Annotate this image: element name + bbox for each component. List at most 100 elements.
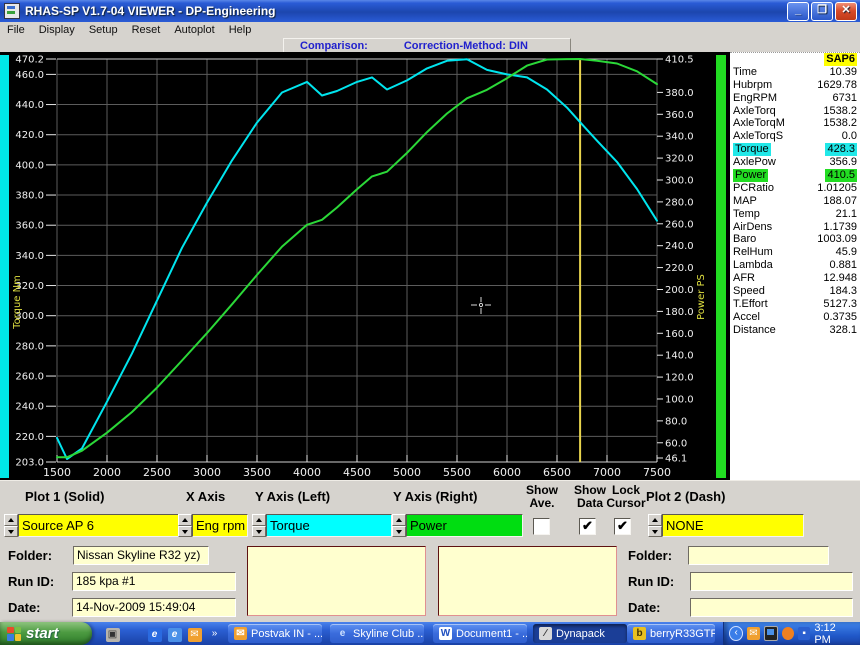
data-row-power: Power410.5 [730,169,860,182]
svg-text:5000: 5000 [393,466,421,479]
show-desktop-icon[interactable]: ▣ [104,625,121,642]
menu-reset[interactable]: Reset [125,24,168,36]
spinner-down-icon[interactable] [4,526,18,538]
runid-label: Run ID: [8,574,54,589]
svg-text:180.0: 180.0 [665,307,694,318]
close-button[interactable]: ✕ [835,2,857,21]
data-row-teffort: T.Effort5127.3 [730,298,860,311]
svg-text:410.5: 410.5 [665,55,694,66]
internet-quicklaunch-icon[interactable]: e [166,625,183,642]
svg-text:260.0: 260.0 [15,372,44,383]
svg-text:400.0: 400.0 [15,160,44,171]
menu-display[interactable]: Display [32,24,82,36]
menu-autoplot[interactable]: Autoplot [167,24,221,36]
dyno-chart[interactable]: 470.2460.0440.0420.0400.0380.0360.0340.0… [0,52,730,480]
comment-box-2[interactable] [438,546,617,616]
svg-text:280.0: 280.0 [665,197,694,208]
runid2-field[interactable] [690,572,853,591]
spinner-up-icon[interactable] [178,514,192,526]
spinner-down-icon[interactable] [178,526,192,538]
svg-text:460.0: 460.0 [15,70,44,81]
data-row-map: MAP188.07 [730,195,860,208]
tray-clock-icon[interactable] [782,627,794,640]
plot2-value[interactable]: NONE [662,514,804,537]
comment-box-1[interactable] [247,546,426,616]
taskbar-button-1[interactable]: e Skyline Club ... [330,624,424,643]
plot1-value[interactable]: Source AP 6 [18,514,199,537]
mail-quicklaunch-icon[interactable]: ✉ [186,625,203,642]
spinner-up-icon[interactable] [4,514,18,526]
svg-text:100.0: 100.0 [665,394,694,405]
app-icon [4,3,20,19]
browser-quicklaunch-icon[interactable]: e [146,625,163,642]
menu-bar: FileDisplaySetupResetAutoplotHelp [0,22,860,39]
hide-tray-chevron-icon[interactable]: ‹ [729,626,743,641]
tray-display-icon[interactable] [764,626,778,641]
menu-setup[interactable]: Setup [82,24,125,36]
svg-text:46.1: 46.1 [665,454,687,465]
svg-text:203.0: 203.0 [15,458,44,469]
svg-text:360.0: 360.0 [15,221,44,232]
spinner-down-icon[interactable] [648,526,662,538]
svg-text:80.0: 80.0 [665,416,687,427]
spinner-down-icon[interactable] [252,526,266,538]
spinner-up-icon[interactable] [648,514,662,526]
dyno-chart-icon: ∕ [539,627,552,640]
taskbar-button-3[interactable]: ∕ Dynapack [533,624,627,643]
date2-field[interactable] [690,598,853,617]
windows-flag-icon [7,627,21,641]
svg-text:240.0: 240.0 [665,241,694,252]
right-axis-color-strip [716,55,726,478]
svg-text:260.0: 260.0 [665,219,694,230]
svg-text:1500: 1500 [43,466,71,479]
data-row-hubrpm: Hubrpm1629.78 [730,79,860,92]
quicklaunch-overflow-chevron-icon[interactable]: » [206,625,223,642]
yaxis-right-selector[interactable]: Power [392,514,523,537]
yaxis-left-selector[interactable]: Torque [252,514,392,537]
controls-section: Plot 1 (Solid) X Axis Y Axis (Left) Y Ax… [0,480,860,623]
svg-text:7500: 7500 [643,466,671,479]
show-ave-checkbox[interactable] [533,518,550,535]
spinner-up-icon[interactable] [392,514,406,526]
data-row-distance: Distance328.1 [730,324,860,337]
menu-help[interactable]: Help [222,24,259,36]
mail-icon: ✉ [234,627,247,640]
tray-mail-icon[interactable]: ✉ [747,627,759,640]
menu-file[interactable]: File [0,24,32,36]
folder-field[interactable]: Nissan Skyline R32 yz) [73,546,209,565]
restore-button[interactable]: ❐ [811,2,833,21]
svg-text:300.0: 300.0 [665,175,694,186]
folder2-field[interactable] [688,546,829,565]
xaxis-value[interactable]: Eng rpm [192,514,248,537]
svg-text:3500: 3500 [243,466,271,479]
yaxis-left-value[interactable]: Torque [266,514,392,537]
plot2-selector[interactable]: NONE [648,514,804,537]
yaxis-right-value[interactable]: Power [406,514,523,537]
runid2-label: Run ID: [628,574,674,589]
svg-text:6500: 6500 [543,466,571,479]
lock-cursor-checkbox[interactable]: ✔ [614,518,631,535]
start-button[interactable]: start [0,622,92,645]
minimize-button[interactable]: _ [787,2,809,21]
taskbar-button-2[interactable]: W Document1 - ... [433,624,527,643]
xaxis-selector[interactable]: Eng rpm [178,514,248,537]
date-label: Date: [8,600,41,615]
plot2-heading: Plot 2 (Dash) [646,489,725,504]
data-row-afr: AFR12.948 [730,272,860,285]
date-field[interactable]: 14-Nov-2009 15:49:04 [72,598,236,617]
spinner-down-icon[interactable] [392,526,406,538]
plot1-selector[interactable]: Source AP 6 [4,514,199,537]
taskbar-button-4[interactable]: b berryR33GTR... [627,624,715,643]
svg-text:240.0: 240.0 [15,402,44,413]
svg-text:220.0: 220.0 [665,263,694,274]
runid-field[interactable]: 185 kpa #1 [72,572,236,591]
tray-user-icon[interactable]: ▪ [798,627,810,640]
data-row-speed: Speed184.3 [730,285,860,298]
taskbar-button-0[interactable]: ✉ Postvak IN - ... [228,624,322,643]
comparison-label: Comparison: [300,40,368,52]
lock-cursor-label: LockCursor [600,484,652,510]
show-data-checkbox[interactable]: ✔ [579,518,596,535]
spinner-up-icon[interactable] [252,514,266,526]
data-row-airdens: AirDens1.1739 [730,221,860,234]
correction-method-label: Correction-Method: DIN [404,40,528,52]
